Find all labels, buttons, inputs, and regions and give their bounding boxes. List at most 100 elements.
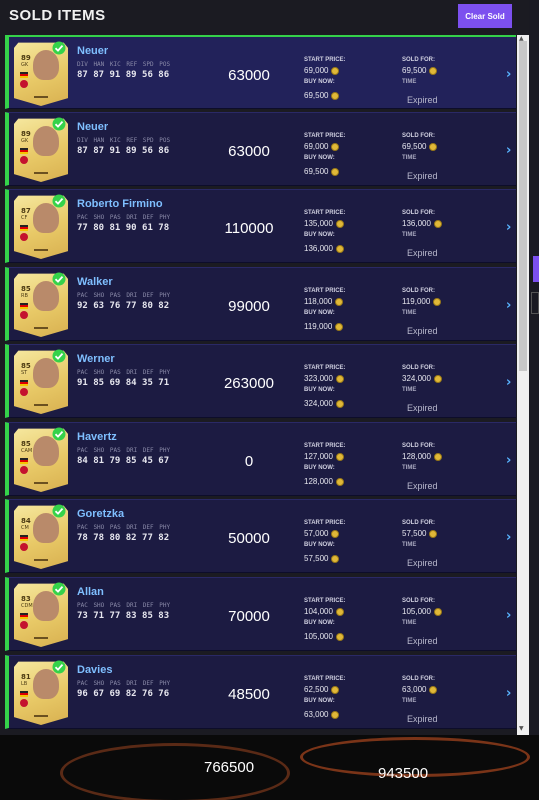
nation-flag-icon	[20, 535, 28, 541]
chevron-right-icon[interactable]: ›	[506, 530, 511, 545]
scrollbar[interactable]: ▲ ▼	[517, 35, 529, 735]
sold-items-window: SOLD ITEMS Clear Sold 89 GK Neuer DIV HA…	[0, 0, 539, 800]
sold-items-list: 89 GK Neuer DIV HAN KIC REF SPD POS 87 8…	[5, 35, 516, 735]
sold-item-row[interactable]: 81 LB Davies PAC SHO PAS DRI DEF PHY 96 …	[5, 655, 516, 729]
sold-item-row[interactable]: 85 CAM Havertz PAC SHO PAS DRI DEF PHY 8…	[5, 422, 516, 496]
card-position: CAM	[21, 448, 33, 454]
coin-icon	[335, 244, 344, 253]
stat-values: 87 87 91 89 56 86	[77, 70, 170, 80]
coin-icon	[335, 297, 344, 306]
buy-now-value: 324,000	[304, 399, 344, 408]
card-footer-mark	[34, 715, 48, 717]
coin-icon	[429, 66, 438, 75]
chevron-right-icon[interactable]: ›	[506, 143, 511, 158]
sold-check-icon	[52, 427, 66, 441]
sold-for-value: 69,500	[402, 66, 438, 75]
stat-labels: PAC SHO PAS DRI DEF PHY	[77, 214, 171, 221]
card-rating: 84	[21, 517, 31, 525]
item-value: 99000	[228, 298, 270, 315]
sold-item-row[interactable]: 84 CM Goretzka PAC SHO PAS DRI DEF PHY 7…	[5, 499, 516, 573]
club-badge-icon	[20, 466, 28, 474]
card-footer-mark	[34, 172, 48, 174]
buy-now-value: 69,500	[304, 91, 340, 100]
card-rating: 81	[21, 673, 31, 681]
scroll-thumb[interactable]	[519, 41, 527, 371]
card-position: ST	[21, 370, 28, 376]
coin-icon	[335, 632, 344, 641]
nation-flag-icon	[20, 72, 28, 78]
chevron-right-icon[interactable]: ›	[506, 220, 511, 235]
sold-check-icon	[52, 349, 66, 363]
sold-item-row[interactable]: 89 GK Neuer DIV HAN KIC REF SPD POS 87 8…	[5, 112, 516, 186]
sold-item-row[interactable]: 85 RB Walker PAC SHO PAS DRI DEF PHY 92 …	[5, 267, 516, 341]
start-price-label: START PRICE:	[304, 365, 346, 371]
header: SOLD ITEMS Clear Sold	[0, 0, 522, 34]
chevron-right-icon[interactable]: ›	[506, 298, 511, 313]
club-badge-icon	[20, 699, 28, 707]
chevron-right-icon[interactable]: ›	[506, 375, 511, 390]
coin-icon	[433, 297, 442, 306]
start-price-value: 118,000	[304, 297, 344, 306]
player-name: Havertz	[77, 431, 117, 443]
total-sold: 943500	[378, 765, 429, 782]
stat-values: 96 67 69 82 76 76	[77, 689, 170, 699]
time-label: TIME	[402, 232, 417, 238]
card-rating: 89	[21, 54, 31, 62]
card-footer-mark	[34, 559, 48, 561]
chevron-right-icon[interactable]: ›	[506, 453, 511, 468]
sold-item-row[interactable]: 87 CF Roberto Firmino PAC SHO PAS DRI DE…	[5, 189, 516, 263]
status-text: Expired	[407, 403, 438, 413]
card-rating: 85	[21, 285, 31, 293]
chevron-right-icon[interactable]: ›	[506, 686, 511, 701]
coin-icon	[331, 142, 340, 151]
start-price-label: START PRICE:	[304, 210, 346, 216]
stat-values: 84 81 79 85 45 67	[77, 456, 170, 466]
start-price-value: 69,000	[304, 66, 340, 75]
coin-icon	[331, 66, 340, 75]
card-footer-mark	[34, 637, 48, 639]
coin-icon	[429, 529, 438, 538]
item-value: 63000	[228, 67, 270, 84]
buy-now-value: 63,000	[304, 710, 340, 719]
sold-for-label: SOLD FOR:	[402, 365, 435, 371]
player-name: Werner	[77, 353, 115, 365]
sold-check-icon	[52, 504, 66, 518]
club-badge-icon	[20, 388, 28, 396]
nation-flag-icon	[20, 148, 28, 154]
sold-for-label: SOLD FOR:	[402, 210, 435, 216]
club-badge-icon	[20, 156, 28, 164]
time-label: TIME	[402, 310, 417, 316]
status-text: Expired	[407, 171, 438, 181]
player-name: Goretzka	[77, 508, 125, 520]
card-position: GK	[21, 138, 29, 144]
sold-check-icon	[52, 660, 66, 674]
sold-item-row[interactable]: 89 GK Neuer DIV HAN KIC REF SPD POS 87 8…	[5, 35, 516, 109]
time-label: TIME	[402, 698, 417, 704]
start-price-value: 323,000	[304, 374, 344, 383]
sold-item-row[interactable]: 83 CDM Allan PAC SHO PAS DRI DEF PHY 73 …	[5, 577, 516, 651]
player-name: Walker	[77, 276, 113, 288]
sold-check-icon	[52, 582, 66, 596]
club-badge-icon	[20, 543, 28, 551]
chevron-right-icon[interactable]: ›	[506, 608, 511, 623]
stat-labels: PAC SHO PAS DRI DEF PHY	[77, 524, 171, 531]
item-value: 48500	[228, 686, 270, 703]
clear-sold-button[interactable]: Clear Sold	[458, 4, 512, 28]
buy-now-label: BUY NOW:	[304, 542, 335, 548]
chevron-right-icon[interactable]: ›	[506, 67, 511, 82]
card-rating: 89	[21, 130, 31, 138]
start-price-label: START PRICE:	[304, 133, 346, 139]
card-position: CM	[21, 525, 29, 531]
start-price-value: 135,000	[304, 219, 344, 228]
stat-labels: PAC SHO PAS DRI DEF PHY	[77, 602, 171, 609]
player-name: Neuer	[77, 45, 109, 57]
coin-icon	[331, 554, 340, 563]
nation-flag-icon	[20, 225, 28, 231]
sold-item-row[interactable]: 85 ST Werner PAC SHO PAS DRI DEF PHY 91 …	[5, 344, 516, 418]
coin-icon	[331, 529, 340, 538]
club-badge-icon	[20, 311, 28, 319]
scroll-down-arrow-icon[interactable]: ▼	[519, 725, 524, 732]
stat-values: 87 87 91 89 56 86	[77, 146, 170, 156]
coin-icon	[335, 322, 344, 331]
sold-for-label: SOLD FOR:	[402, 443, 435, 449]
